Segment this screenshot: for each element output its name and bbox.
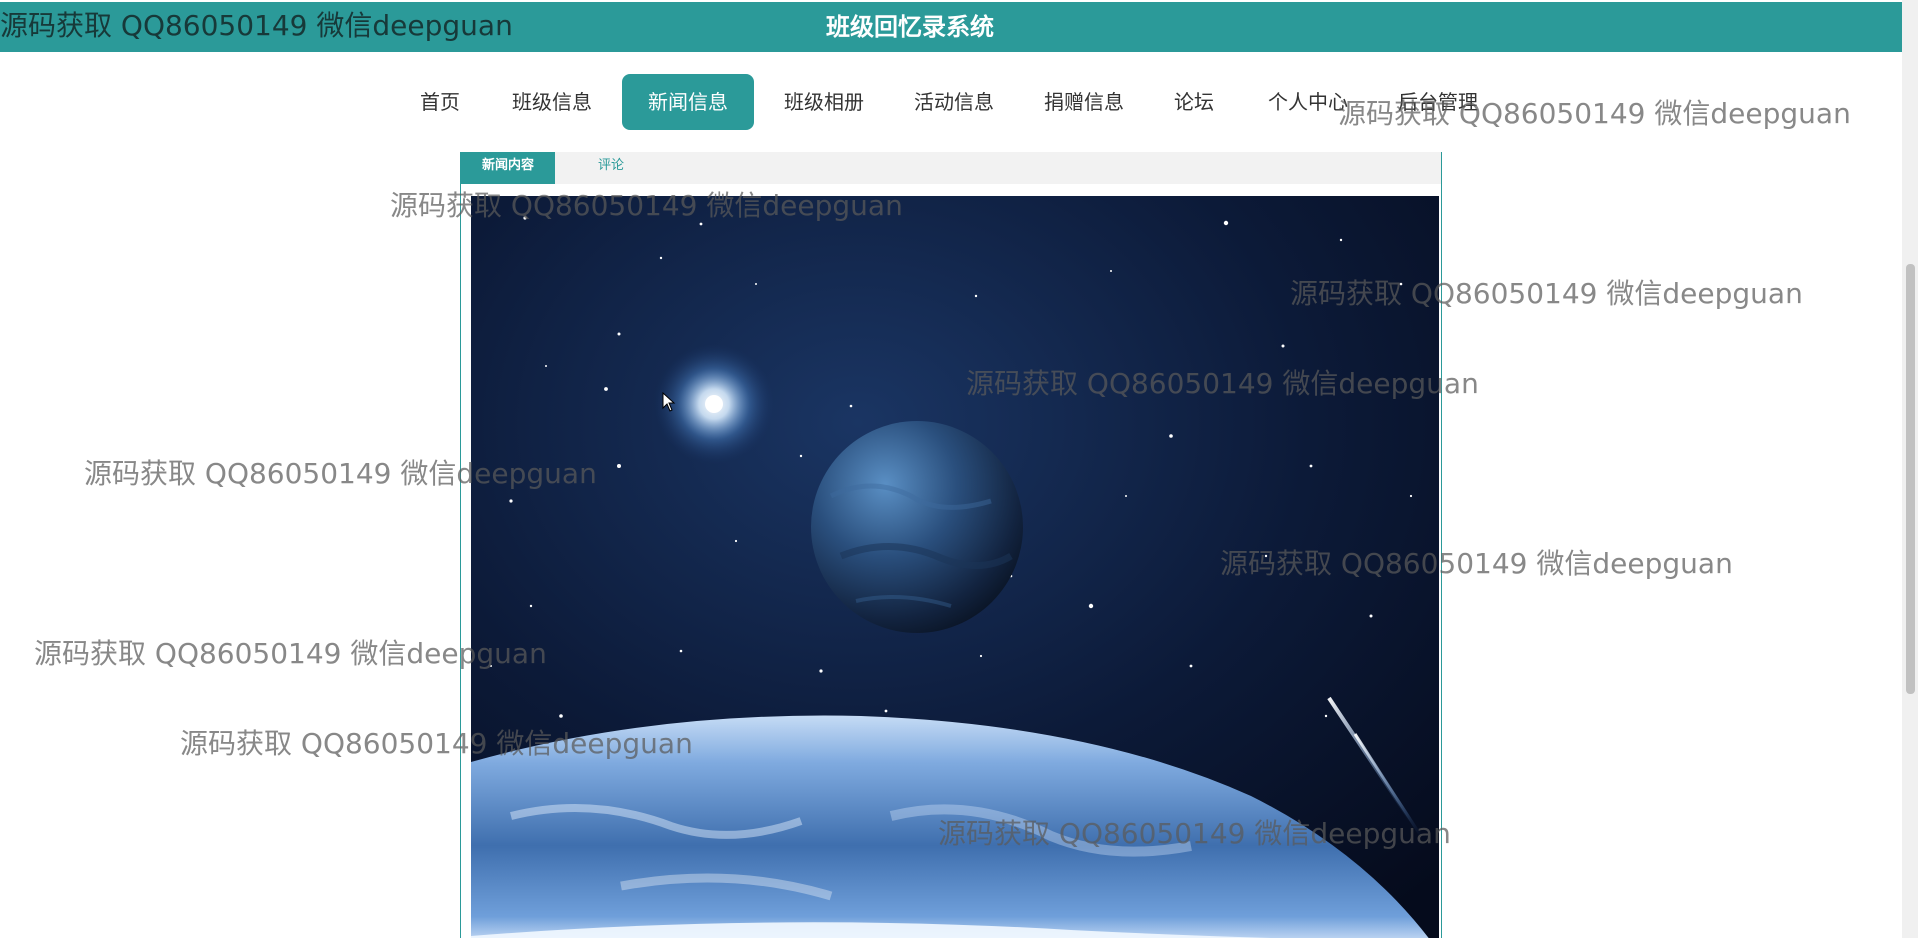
nav-item-forum[interactable]: 论坛 <box>1164 74 1224 130</box>
nav-item-class-album[interactable]: 班级相册 <box>774 74 874 130</box>
nav-item-activities[interactable]: 活动信息 <box>904 74 1004 130</box>
nav-item-class-info[interactable]: 班级信息 <box>502 74 602 130</box>
nav-item-donations[interactable]: 捐赠信息 <box>1034 74 1134 130</box>
vertical-scrollbar[interactable] <box>1902 0 1918 938</box>
planet <box>811 421 1023 633</box>
top-header-bar: 班级回忆录系统 <box>0 2 1902 52</box>
content-tab-bar: 新闻内容 评论 <box>461 152 1441 184</box>
nav-item-admin[interactable]: 后台管理 <box>1388 74 1488 130</box>
site-title: 班级回忆录系统 <box>826 13 994 41</box>
page: 班级回忆录系统 首页 班级信息 新闻信息 班级相册 活动信息 捐赠信息 论坛 个… <box>0 0 1918 938</box>
tab-comments[interactable]: 评论 <box>571 152 651 184</box>
nav-item-news[interactable]: 新闻信息 <box>622 74 754 130</box>
news-content-panel: 新闻内容 评论 <box>460 152 1442 938</box>
tab-news-content[interactable]: 新闻内容 <box>461 152 555 184</box>
nav-item-personal-center[interactable]: 个人中心 <box>1258 74 1358 130</box>
mouse-pointer-icon <box>662 392 676 412</box>
nav-item-home[interactable]: 首页 <box>410 74 470 130</box>
scrollbar-thumb[interactable] <box>1906 264 1915 694</box>
news-image <box>471 196 1439 938</box>
